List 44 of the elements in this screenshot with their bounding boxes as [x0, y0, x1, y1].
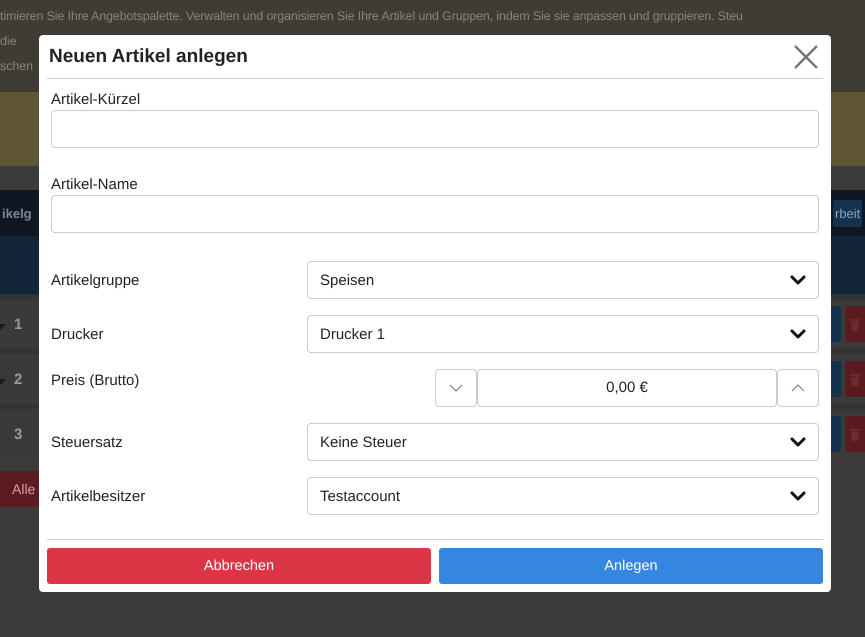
price-field[interactable]: 0,00 € — [477, 369, 777, 407]
select-field[interactable]: Testaccount — [307, 477, 819, 515]
decrement-button[interactable] — [435, 369, 477, 407]
row-number: 1 — [14, 316, 22, 332]
row-number: 3 — [14, 426, 22, 442]
field-label: Drucker — [51, 326, 105, 342]
close-button[interactable] — [793, 44, 819, 70]
row-number: 2 — [14, 370, 22, 388]
field-label: Preis (Brutto) — [51, 371, 140, 389]
select-field[interactable]: Speisen — [307, 261, 819, 299]
table-header — [0, 236, 39, 294]
chevron-down-icon — [449, 384, 463, 392]
table-header — [831, 236, 865, 294]
select-field[interactable]: Keine Steuer — [307, 423, 819, 461]
increment-button[interactable] — [777, 369, 819, 407]
input-field[interactable] — [51, 195, 819, 233]
close-icon — [793, 44, 819, 70]
action-button[interactable] — [831, 361, 841, 397]
select-field[interactable]: Drucker 1 — [307, 315, 819, 353]
dialog-title: Neuen Artikel anlegen — [49, 46, 248, 68]
tab-label[interactable]: ikelg — [2, 206, 32, 220]
chevron-down-icon — [790, 491, 806, 501]
chevron-down-icon — [790, 275, 806, 285]
intro-text: schen — [0, 58, 34, 75]
action-button[interactable] — [831, 416, 841, 452]
field-label: Steuersatz — [51, 434, 124, 450]
intro-text: timieren Sie Ihre Angebotspalette. Verwalten und organisieren Sie Ihre Artikel und Gruppen, indem Sie sie anpassen und gruppieren. Steu — [0, 8, 743, 25]
field-label: Artikel-Name — [51, 176, 139, 193]
chevron-up-icon — [791, 384, 805, 392]
cancel-button[interactable]: Abbrechen — [47, 548, 431, 584]
delete-button[interactable] — [845, 416, 865, 452]
edit-button[interactable]: rbeit — [833, 200, 862, 226]
field-label: Artikel-Kürzel — [51, 91, 142, 108]
intro-text: die — [0, 33, 17, 50]
delete-button[interactable] — [845, 361, 865, 397]
input-field[interactable] — [51, 110, 819, 148]
field-label: Artikelgruppe — [51, 272, 140, 288]
create-button[interactable]: Anlegen — [439, 548, 823, 584]
chevron-down-icon — [790, 329, 806, 339]
delete-all-button[interactable]: Alle — [0, 471, 39, 507]
field-label: Artikelbesitzer — [51, 488, 146, 504]
chevron-down-icon — [790, 437, 806, 447]
action-button[interactable] — [831, 306, 841, 342]
delete-button[interactable] — [845, 306, 865, 342]
